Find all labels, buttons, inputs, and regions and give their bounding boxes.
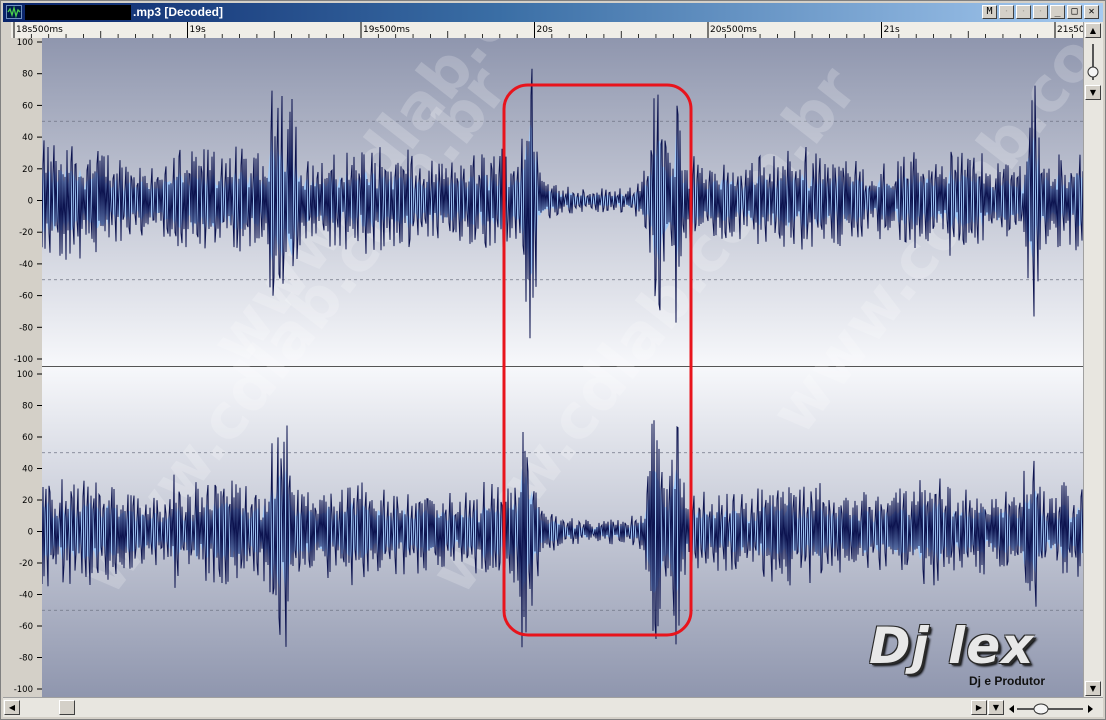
amplitude-label: 0: [28, 197, 33, 207]
arrow-down-icon[interactable]: ▼: [1085, 85, 1101, 100]
logo-subtitle: Dj e Produtor: [969, 674, 1046, 688]
amplitude-label: -20: [19, 228, 33, 238]
dj-lex-logo: Dj lex Dj e Produtor: [869, 618, 1069, 692]
amplitude-label: -60: [19, 292, 33, 302]
ruler-label: 21s500ms: [1057, 25, 1083, 35]
scroll-down-icon[interactable]: ▼: [1085, 681, 1101, 696]
scroll-thumb[interactable]: [59, 700, 75, 715]
amplitude-label: -80: [19, 323, 33, 333]
amplitude-label: 80: [22, 402, 33, 412]
amplitude-label: -80: [19, 654, 33, 664]
arrow-up-icon[interactable]: ▲: [1085, 23, 1101, 38]
redacted-filename: [25, 5, 131, 20]
amplitude-label: 40: [22, 133, 33, 143]
minimize-button[interactable]: _: [1050, 5, 1065, 19]
marker-button[interactable]: M: [982, 5, 997, 19]
arrow-right-icon[interactable]: ▶: [971, 700, 987, 715]
zoom-menu-icon[interactable]: ▼: [988, 700, 1004, 715]
zoom-slider-icon[interactable]: [1007, 701, 1095, 715]
amplitude-label: 100: [17, 38, 33, 48]
ruler-label: 18s500ms: [16, 25, 63, 35]
amplitude-label: -20: [19, 559, 33, 569]
vertical-zoom-scrollbar[interactable]: ▲ ▼ ▼: [1083, 22, 1103, 697]
ruler-label: 20s: [537, 25, 553, 35]
arrow-left-icon[interactable]: ◀: [4, 700, 20, 715]
waveform-view[interactable]: www.cdlab.com.br www.cdlab.com.br www.cdla…: [42, 38, 1083, 697]
toolbar-button-3[interactable]: ·: [1033, 5, 1048, 19]
logo-title: Dj lex: [869, 617, 1035, 675]
waveform-icon: [6, 5, 22, 19]
ruler-label: 19s500ms: [363, 25, 410, 35]
amplitude-label: 80: [22, 70, 33, 80]
time-ruler-ticks: 18s500ms 19s 19s500ms 20s 20s500ms 21s 21s500m…: [13, 22, 1083, 38]
amplitude-label: -100: [14, 685, 33, 695]
amplitude-label: 20: [22, 496, 33, 506]
maximize-button[interactable]: □: [1067, 5, 1082, 19]
title-buttons: M · · · _ □ ✕: [982, 5, 1099, 20]
amplitude-scale: 100 80 60 40 20 0 -20 -40 -60 -80 -100 100 80 60 40 20 0…: [3, 38, 42, 697]
toolbar-button-1[interactable]: ·: [999, 5, 1014, 19]
zoom-slider-icon[interactable]: [1086, 42, 1100, 82]
ruler-label: 19s: [190, 25, 206, 35]
amplitude-label: 60: [22, 101, 33, 111]
window-title: .mp3 [Decoded]: [133, 5, 224, 19]
amplitude-scale-labels: 100 80 60 40 20 0 -20 -40 -60 -80 -100 100 80 60 40 20 0…: [14, 38, 42, 695]
amplitude-label: 100: [17, 370, 33, 380]
amplitude-label: 0: [28, 528, 33, 538]
title-bar[interactable]: .mp3 [Decoded] M · · · _ □ ✕: [3, 3, 1103, 22]
amplitude-label: 20: [22, 165, 33, 175]
amplitude-label: 40: [22, 465, 33, 475]
horizontal-scrollbar[interactable]: ◀ ▶ ▼: [3, 697, 1103, 717]
waveform-canvas: www.cdlab.com.brwww.cdlab.com.brwww.cdla…: [42, 38, 1083, 697]
close-button[interactable]: ✕: [1084, 5, 1099, 19]
amplitude-label: -40: [19, 260, 33, 270]
ruler-label: 20s500ms: [710, 25, 757, 35]
amplitude-label: 60: [22, 433, 33, 443]
amplitude-label: -100: [14, 355, 33, 365]
amplitude-label: -60: [19, 622, 33, 632]
toolbar-button-2[interactable]: ·: [1016, 5, 1031, 19]
audio-editor-window: .mp3 [Decoded] M · · · _ □ ✕ 18s500ms 19s…: [0, 0, 1106, 720]
time-ruler[interactable]: 18s500ms 19s 19s500ms 20s 20s500ms 21s 21s500m…: [11, 22, 1083, 39]
amplitude-label: -40: [19, 591, 33, 601]
ruler-label: 21s: [884, 25, 900, 35]
